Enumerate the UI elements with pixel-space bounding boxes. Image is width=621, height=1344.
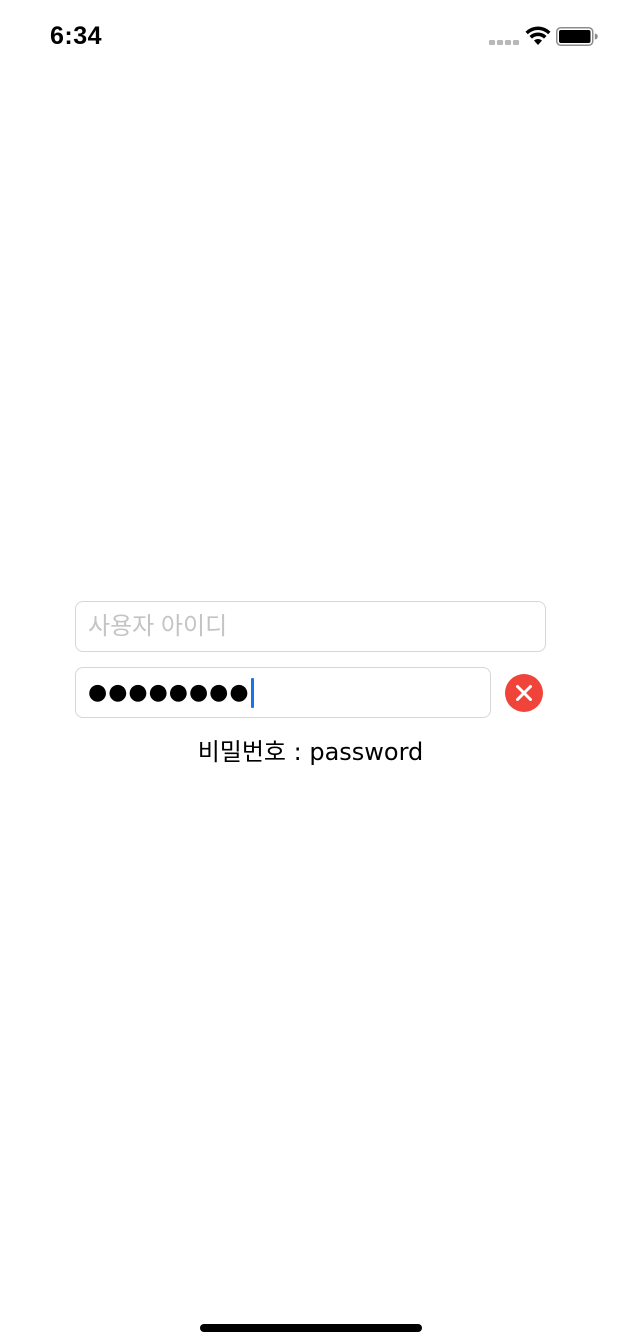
status-bar: 6:34 <box>0 0 621 80</box>
password-masked-value: ●●●●●●●● <box>88 679 250 705</box>
home-indicator[interactable] <box>200 1324 422 1332</box>
clear-password-button[interactable] <box>505 674 543 712</box>
password-input[interactable]: ●●●●●●●● <box>75 667 491 718</box>
text-caret <box>250 677 254 708</box>
user-id-input[interactable] <box>75 601 546 652</box>
cellular-signal-icon <box>489 40 519 46</box>
wifi-icon <box>525 26 551 45</box>
password-hint: 비밀번호 : password <box>197 738 424 766</box>
clear-icon <box>516 685 532 701</box>
status-time: 6:34 <box>50 22 103 50</box>
battery-icon <box>556 27 598 46</box>
screen: 6:34 ●●●●●●●● 비밀번호 : password <box>0 0 621 1344</box>
